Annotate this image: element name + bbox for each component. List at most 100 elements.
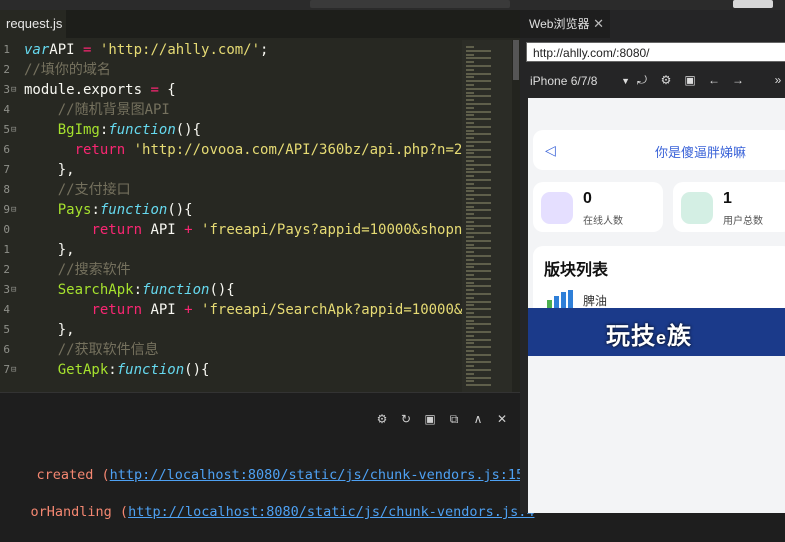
code-text: return 'http://ovooa.com/API/360bz/api.p… (74, 142, 462, 158)
tab-label: Web浏览器 (529, 17, 590, 31)
editor-scrollbar[interactable] (512, 40, 520, 392)
minimap-line (466, 323, 491, 326)
editor-tab-request-js[interactable]: request.js (0, 10, 66, 38)
top-search-box[interactable] (310, 0, 510, 8)
banner-image[interactable]: 玩技e族 (528, 308, 785, 356)
minimap-line (466, 106, 474, 109)
code-line[interactable]: 3 ⊟ SearchApk:function(){ (0, 280, 462, 300)
code-text: module.exports = { (24, 82, 176, 98)
code-line[interactable]: 2 //搜索软件 (0, 260, 462, 280)
code-area[interactable]: 1 varAPI = 'http://ahlly.com/'; 2//填你的域名 3 ⊟… (0, 40, 462, 392)
rotate-icon[interactable]: ⤾ (634, 72, 650, 88)
code-line[interactable]: 6 return 'http://ovooa.com/API/360bz/api… (0, 140, 462, 160)
code-line[interactable]: 7 ⊟ GetApk:function(){ (0, 360, 462, 380)
collapse-icon[interactable]: ∧ (470, 411, 486, 427)
minimap-line (466, 346, 491, 349)
minimap-line (466, 289, 474, 292)
code-line[interactable]: 7 }, (0, 160, 462, 180)
close-icon[interactable]: ✕ (494, 411, 510, 427)
code-text: BgImg:function(){ (57, 122, 202, 138)
code-line[interactable]: 3 ⊟ module.exports = { (0, 80, 462, 100)
line-number: 1 (3, 43, 10, 56)
minimap-line (466, 198, 474, 200)
bar-logo-icon (547, 290, 577, 308)
minimap-line (466, 213, 474, 216)
minimap[interactable] (462, 40, 512, 392)
caret-down-icon: ▼ (621, 76, 630, 86)
fold-icon[interactable]: ⊟ (11, 120, 16, 140)
minimap-line (466, 236, 474, 238)
code-text: GetApk:function(){ (57, 362, 210, 378)
fold-icon[interactable]: ⊟ (11, 280, 16, 300)
close-icon[interactable]: ✕ (593, 10, 604, 38)
stop-icon[interactable]: ▣ (422, 411, 438, 427)
editor-scrollbar-thumb[interactable] (513, 40, 519, 80)
code-line[interactable]: 5 }, (0, 320, 462, 340)
line-number: 5 (3, 123, 10, 136)
gear-icon[interactable]: ⚙ (658, 72, 674, 88)
minimap-line (466, 65, 491, 67)
minimap-line (466, 209, 491, 212)
minimap-line (466, 350, 474, 352)
bug-icon[interactable]: ⚙ (374, 411, 390, 427)
minimap-line (466, 137, 474, 140)
code-line[interactable]: 0 return API + 'freeapi/Pays?appid=10000… (0, 220, 462, 240)
code-line[interactable]: 5 ⊟ BgImg:function(){ (0, 120, 462, 140)
console-link[interactable]: http://localhost:8080/static/js/chunk-ve… (110, 467, 541, 483)
user-icon (681, 192, 713, 224)
fold-icon[interactable]: ⊟ (11, 360, 16, 380)
back-arrow-icon[interactable]: ← (706, 72, 722, 88)
browser-toolbar: iPhone 6/7/8 ▼ ⤾ ⚙ ▣ ← → » (520, 68, 785, 94)
tab-web-browser[interactable]: Web浏览器 ✕ (520, 10, 610, 38)
editor-tab-bar: request.js (0, 10, 520, 38)
fold-icon[interactable]: ⊟ (11, 200, 16, 220)
stat-card-online[interactable]: 0 在线人数 (533, 182, 663, 232)
top-action-button[interactable] (733, 0, 773, 8)
export-icon[interactable]: ⧉ (446, 411, 462, 427)
minimap-line (466, 87, 491, 90)
debug-console: ⚙ ↻ ▣ ⧉ ∧ ✕ created (http://localhost:80… (0, 392, 540, 520)
code-text: }, (24, 322, 75, 338)
minimap-line (466, 95, 491, 98)
section-item[interactable]: 脾油 (583, 292, 607, 309)
code-line[interactable]: 2 //填你的域名 (0, 60, 462, 80)
line-number: 6 (3, 143, 10, 156)
code-text: varAPI = 'http://ahlly.com/'; (24, 42, 269, 58)
minimap-line (466, 342, 474, 345)
line-number: 7 (3, 363, 10, 376)
code-line[interactable]: 8 //支付接口 (0, 180, 462, 200)
console-text: orHandling ( (30, 504, 129, 520)
refresh-icon[interactable]: ↻ (398, 411, 414, 427)
web-browser-panel: Web浏览器 ✕ http://ahlly.com/:8080/ iPhone … (520, 10, 785, 513)
devtools-icon[interactable]: ▣ (682, 72, 698, 88)
notice-bar[interactable]: ◁ 你是傻逼胖娣嘛 (533, 130, 785, 170)
minimap-line (466, 357, 474, 360)
minimap-line (466, 205, 474, 208)
minimap-line (466, 220, 474, 223)
forward-arrow-icon[interactable]: → (730, 72, 746, 88)
code-line[interactable]: 9 ⊟ Pays:function(){ (0, 200, 462, 220)
code-line[interactable]: 1 varAPI = 'http://ahlly.com/'; (0, 40, 462, 60)
minimap-line (466, 380, 474, 383)
minimap-line (466, 76, 474, 79)
code-line[interactable]: 4 //随机背景图API (0, 100, 462, 120)
stat-card-users[interactable]: 1 用户总数 (673, 182, 785, 232)
code-line[interactable]: 1 }, (0, 240, 462, 260)
minimap-line (466, 122, 474, 124)
fold-icon[interactable]: ⊟ (11, 80, 16, 100)
minimap-line (466, 361, 491, 364)
code-line[interactable]: 4 return API + 'freeapi/SearchApk?appid=… (0, 300, 462, 320)
url-input[interactable]: http://ahlly.com/:8080/ (526, 42, 785, 62)
minimap-line (466, 232, 491, 235)
console-link[interactable]: http://localhost:8080/static/js/chunk-ve… (128, 504, 534, 520)
minimap-line (466, 243, 474, 246)
minimap-line (466, 334, 474, 337)
minimap-line (466, 110, 491, 113)
minimap-line (466, 319, 474, 322)
console-toolbar: ⚙ ↻ ▣ ⧉ ∧ ✕ (374, 411, 510, 429)
minimap-line (466, 99, 474, 102)
more-icon[interactable]: » (770, 72, 785, 88)
line-number: 2 (3, 263, 10, 276)
code-line[interactable]: 6 //获取软件信息 (0, 340, 462, 360)
device-select[interactable]: iPhone 6/7/8 ▼ (530, 72, 630, 90)
